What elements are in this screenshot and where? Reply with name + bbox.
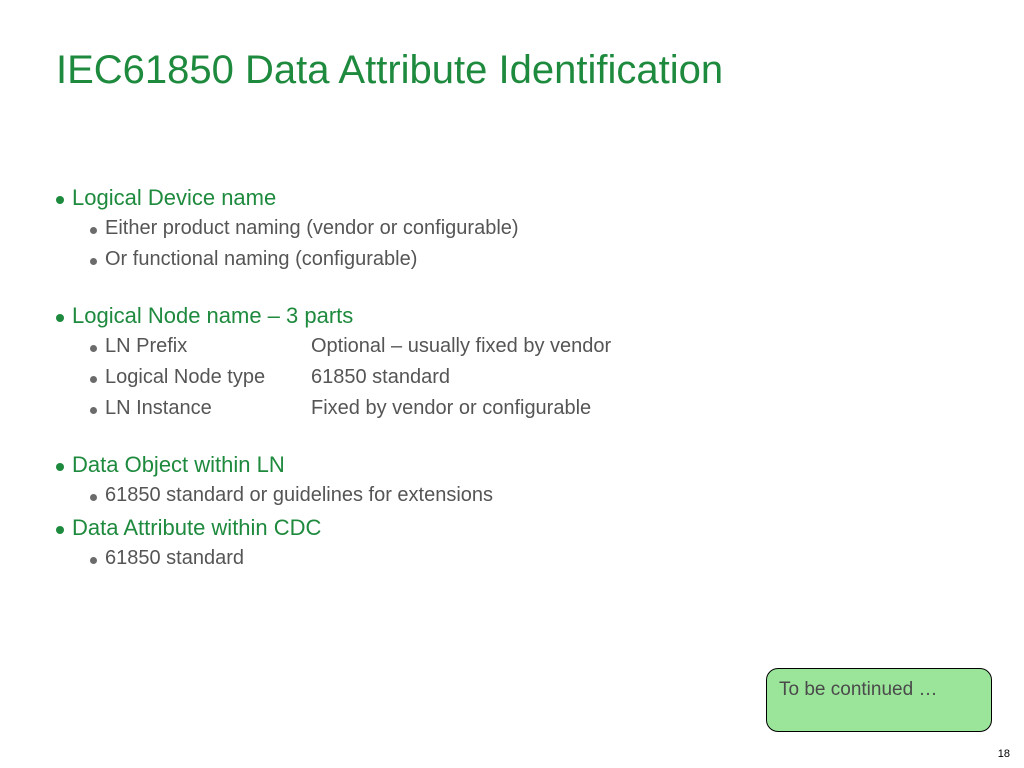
bullet-icon: [90, 407, 97, 414]
heading-text: Data Attribute within CDC: [72, 515, 321, 541]
item-text: 61850 standard or guidelines for extensi…: [105, 484, 493, 507]
page-number: 18: [998, 748, 1010, 760]
bullet-icon: [90, 258, 97, 265]
item-col2: Optional – usually fixed by vendor: [311, 335, 611, 357]
bullet-icon: [56, 314, 64, 322]
item-text: LN InstanceFixed by vendor or configurab…: [105, 397, 591, 420]
callout-box: To be continued …: [766, 668, 992, 732]
sub-list: Either product naming (vendor or configu…: [56, 217, 968, 271]
heading-text: Logical Node name – 3 parts: [72, 303, 353, 329]
item-col1: LN Prefix: [105, 335, 311, 358]
bullet-icon: [56, 196, 64, 204]
section-heading: Data Object within LN: [56, 452, 968, 478]
item-col1: Logical Node type: [105, 366, 311, 389]
item-text: Or functional naming (configurable): [105, 248, 417, 271]
sub-list: LN PrefixOptional – usually fixed by ven…: [56, 335, 968, 420]
bullet-icon: [56, 526, 64, 534]
bullet-icon: [56, 463, 64, 471]
item-text: 61850 standard: [105, 547, 244, 570]
heading-text: Logical Device name: [72, 185, 276, 211]
bullet-icon: [90, 227, 97, 234]
slide: IEC61850 Data Attribute Identification L…: [0, 0, 1024, 768]
list-item: 61850 standard: [90, 547, 968, 570]
slide-title: IEC61850 Data Attribute Identification: [56, 48, 968, 93]
sub-list: 61850 standard or guidelines for extensi…: [56, 484, 968, 507]
slide-content: Logical Device name Either product namin…: [56, 185, 968, 570]
section-heading: Logical Device name: [56, 185, 968, 211]
sub-list: 61850 standard: [56, 547, 968, 570]
item-col1: LN Instance: [105, 397, 311, 420]
list-item: Logical Node type61850 standard: [90, 366, 968, 389]
bullet-icon: [90, 494, 97, 501]
item-col2: 61850 standard: [311, 366, 450, 388]
item-text: LN PrefixOptional – usually fixed by ven…: [105, 335, 611, 358]
bullet-icon: [90, 557, 97, 564]
heading-text: Data Object within LN: [72, 452, 285, 478]
item-text: Logical Node type61850 standard: [105, 366, 450, 389]
list-item: 61850 standard or guidelines for extensi…: [90, 484, 968, 507]
list-item: LN PrefixOptional – usually fixed by ven…: [90, 335, 968, 358]
item-text: Either product naming (vendor or configu…: [105, 217, 519, 240]
section-heading: Data Attribute within CDC: [56, 515, 968, 541]
bullet-icon: [90, 345, 97, 352]
bullet-icon: [90, 376, 97, 383]
list-item: Or functional naming (configurable): [90, 248, 968, 271]
item-col2: Fixed by vendor or configurable: [311, 397, 591, 419]
list-item: LN InstanceFixed by vendor or configurab…: [90, 397, 968, 420]
section-heading: Logical Node name – 3 parts: [56, 303, 968, 329]
list-item: Either product naming (vendor or configu…: [90, 217, 968, 240]
